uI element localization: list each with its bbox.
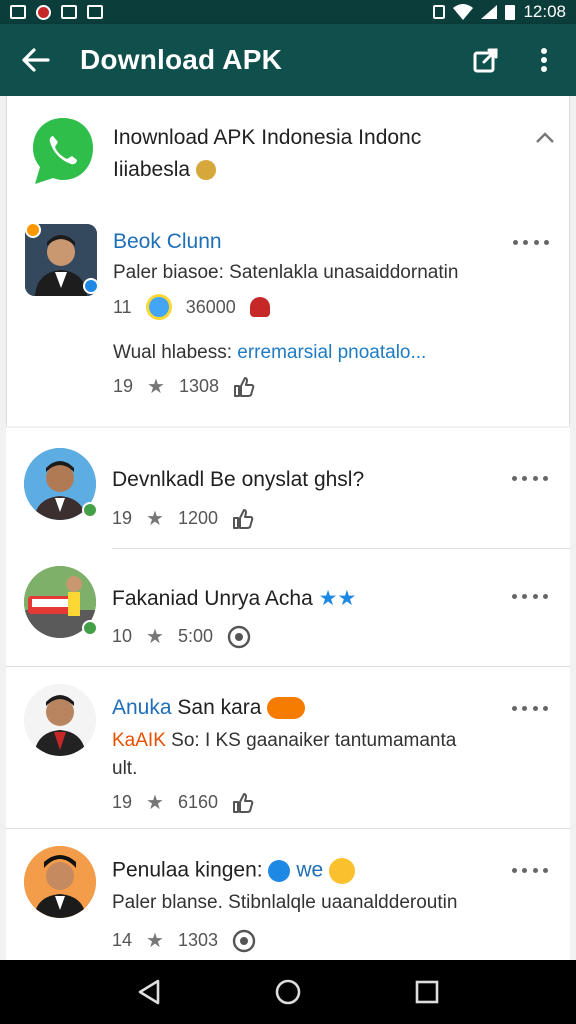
sticker-icon <box>249 297 270 317</box>
smiley-emoji-icon <box>145 294 172 320</box>
square-recents-icon <box>415 980 438 1004</box>
verified-check-icon <box>268 860 291 882</box>
item-name: Anuka San kara <box>112 696 306 720</box>
whatsapp-logo-icon <box>33 118 93 184</box>
avatar <box>24 846 96 918</box>
item-meta: 11 36000 <box>113 294 270 320</box>
divider <box>112 548 570 549</box>
status-bar: 12:08 <box>0 0 576 24</box>
star-icon[interactable]: ★ <box>147 374 165 399</box>
smile-emoji-icon <box>329 858 356 884</box>
chevron-up-icon[interactable] <box>533 126 557 150</box>
gallery-icon <box>10 5 26 19</box>
share-icon <box>473 48 498 73</box>
more-options-button[interactable] <box>512 476 548 486</box>
image-icon <box>87 5 103 19</box>
online-badge <box>82 502 98 518</box>
view-icon[interactable] <box>232 929 256 953</box>
thread-card: Devnlkadl Be onyslat ghsl? 19 ★ 1200 Fak… <box>6 428 570 960</box>
battery-icon <box>505 4 516 20</box>
triangle-back-icon <box>139 979 160 1005</box>
item-extra: Wual hlabess: erremarsial pnoatalo... <box>113 342 427 363</box>
more-options-button[interactable] <box>513 240 549 250</box>
circle-home-icon <box>275 979 301 1005</box>
nav-home-button[interactable] <box>268 972 308 1012</box>
divider <box>6 666 570 667</box>
clock-time: 12:08 <box>523 2 566 21</box>
back-button[interactable] <box>16 40 56 80</box>
list-item[interactable]: Anuka San kara KaAIK So: I KS gaanaiker … <box>6 676 570 826</box>
divider <box>6 828 570 829</box>
app-bar: Download APK <box>0 24 576 96</box>
group-header[interactable]: Inownload APK Indonesia Indonc Iiiabesla <box>27 114 567 198</box>
item-meta: 14 ★ 1303 <box>112 928 256 953</box>
online-badge <box>82 620 98 636</box>
item-meta: 19 ★ 1200 <box>112 506 254 531</box>
emoji-badge <box>25 222 41 238</box>
item-meta: 19 ★ 6160 <box>112 790 254 815</box>
item-subtitle: Paler biasoe: Satenlakla unasaiddornatin <box>113 262 459 283</box>
group-card: Inownload APK Indonesia Indonc Iiiabesla… <box>6 96 570 426</box>
star-icon[interactable]: ★ <box>146 790 164 815</box>
item-name: Fakaniad Unrya Acha ★★ <box>112 587 357 610</box>
wifi-icon <box>453 4 474 20</box>
list-item[interactable]: Beok Clunn Paler biasoe: Satenlakla unas… <box>7 214 571 424</box>
item-meta: 10 ★ 5:00 <box>112 624 251 649</box>
nav-back-button[interactable] <box>129 972 169 1012</box>
more-options-button[interactable] <box>512 706 548 716</box>
item-name: Penulaa kingen: we <box>112 858 356 884</box>
list-item[interactable]: Penulaa kingen: we Paler blanse. Stibnla… <box>6 838 570 960</box>
thumbs-up-icon[interactable] <box>232 792 254 814</box>
avatar <box>24 684 96 756</box>
thumbs-up-icon[interactable] <box>232 508 254 530</box>
list-item[interactable]: Devnlkadl Be onyslat ghsl? 19 ★ 1200 <box>6 440 570 548</box>
shield-emoji-icon <box>195 160 216 181</box>
stars-emoji-icon: ★★ <box>318 587 357 610</box>
verified-badge <box>83 278 99 294</box>
overflow-menu-button[interactable] <box>528 44 560 76</box>
nav-recents-button[interactable] <box>407 972 447 1012</box>
arrow-back-icon <box>22 48 50 72</box>
item-name: Devnlkadl Be onyslat ghsl? <box>112 468 365 491</box>
page-title: Download APK <box>80 44 283 75</box>
app-notification-icon <box>36 4 51 20</box>
more-options-button[interactable] <box>512 868 548 878</box>
list-item[interactable]: Fakaniad Unrya Acha ★★ 10 ★ 5:00 <box>6 558 570 666</box>
item-subtitle: KaAIK So: I KS gaanaiker tantumamanta <box>112 730 457 751</box>
system-nav-bar <box>0 960 576 1024</box>
share-button[interactable] <box>470 44 502 76</box>
content-area: Inownload APK Indonesia Indonc Iiiabesla… <box>0 96 576 960</box>
signal-icon <box>481 5 498 19</box>
notification-icon <box>61 5 77 19</box>
star-icon[interactable]: ★ <box>146 506 164 531</box>
group-title: Inownload APK Indonesia Indonc Iiiabesla <box>113 126 422 181</box>
more-options-button[interactable] <box>512 594 548 604</box>
item-extra-meta: 19 ★ 1308 <box>113 374 255 399</box>
item-subtitle-cont: ult. <box>112 758 138 779</box>
thumbs-up-icon[interactable] <box>233 376 255 398</box>
star-icon[interactable]: ★ <box>146 624 164 649</box>
item-subtitle: Paler blanse. Stibnlalqle uaanaldderouti… <box>112 892 458 913</box>
pumpkin-emoji-icon <box>267 697 306 720</box>
item-name: Beok Clunn <box>113 230 222 253</box>
vibrate-icon <box>433 5 446 19</box>
more-vert-icon <box>541 48 547 72</box>
star-icon[interactable]: ★ <box>146 928 164 953</box>
view-icon[interactable] <box>227 625 251 649</box>
item-link[interactable]: erremarsial pnoatalo... <box>237 342 426 363</box>
